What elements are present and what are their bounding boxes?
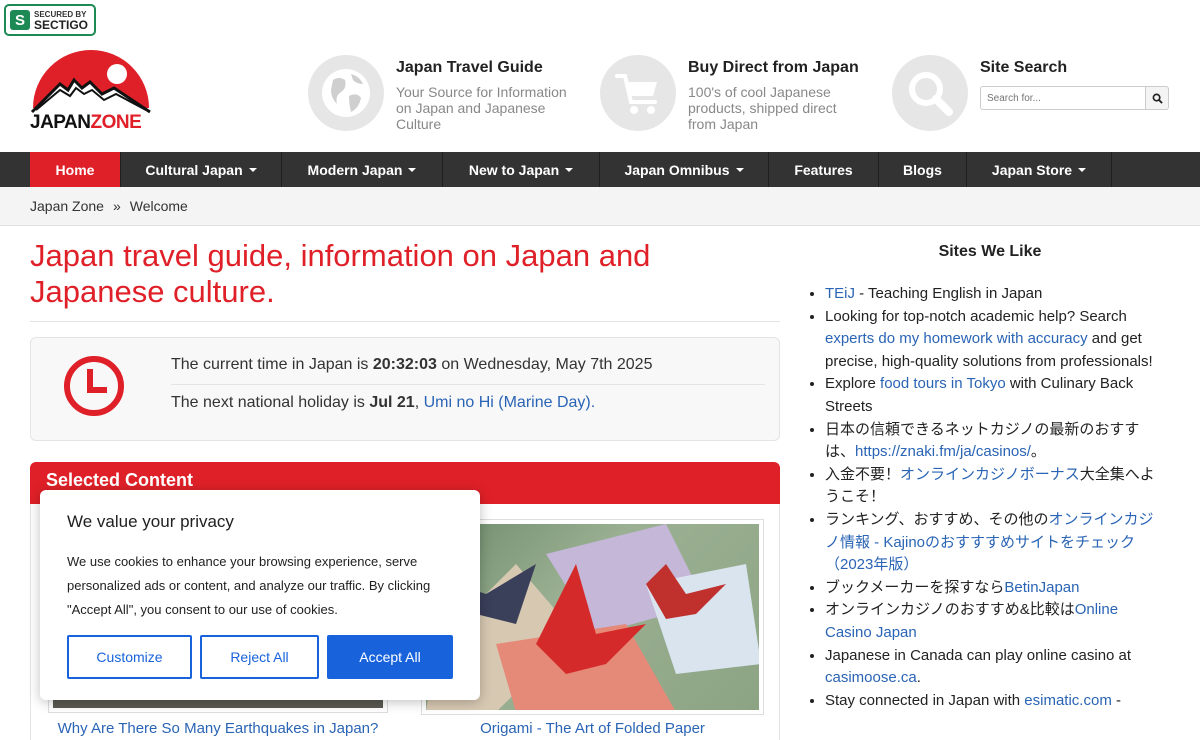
chevron-down-icon (735, 167, 744, 172)
current-time-text: The current time in Japan is 20:32:03 on… (171, 356, 765, 385)
nav-japan-omnibus[interactable]: Japan Omnibus (600, 152, 769, 187)
sectigo-s-icon: S (10, 10, 30, 30)
list-item: ランキング、おすすめ、その他のオンラインカジノ情報 - Kajinoのおすすすめ… (825, 509, 1165, 577)
list-item: ブックメーカーを探すならBetinJapan (825, 577, 1165, 600)
sidebar-link[interactable]: experts do my homework with accuracy (825, 330, 1088, 347)
holiday-date: Jul 21 (369, 394, 415, 411)
nav-blogs[interactable]: Blogs (879, 152, 967, 187)
travel-guide-title[interactable]: Japan Travel Guide (396, 59, 576, 77)
header-buy-direct[interactable]: Buy Direct from Japan 100's of cool Japa… (600, 55, 868, 132)
sidebar-title: Sites We Like (938, 243, 1042, 260)
sidebar-link[interactable]: オンラインカジノボーナス (900, 466, 1080, 483)
title-divider (30, 321, 780, 322)
chevron-down-icon (408, 167, 417, 172)
earthquake-caption-link[interactable]: Why Are There So Many Earthquakes in Jap… (48, 720, 388, 737)
cart-icon (600, 55, 676, 131)
page-title: Japan travel guide, information on Japan… (30, 238, 651, 309)
list-item: TEiJ - Teaching English in Japan (825, 283, 1165, 306)
search-button[interactable] (1146, 86, 1169, 110)
list-item: Explore food tours in Tokyo with Culinar… (825, 373, 1165, 418)
clock-icon (64, 356, 124, 416)
list-item: Stay connected in Japan with esimatic.co… (825, 690, 1165, 713)
site-search-title: Site Search (980, 59, 1068, 76)
nav-features[interactable]: Features (769, 152, 879, 187)
nav-cultural-japan[interactable]: Cultural Japan (121, 152, 282, 187)
globe-icon (308, 55, 384, 131)
header-site-search: Site Search (892, 55, 1180, 131)
nav-modern-japan[interactable]: Modern Japan (282, 152, 443, 187)
header-travel-guide[interactable]: Japan Travel Guide Your Source for Infor… (308, 55, 576, 132)
breadcrumb-root-link[interactable]: Japan Zone (30, 198, 104, 214)
sidebar-link[interactable]: food tours in Tokyo (880, 375, 1006, 392)
nav-japan-store[interactable]: Japan Store (967, 152, 1112, 187)
search-input[interactable] (980, 86, 1146, 110)
sidebar-link[interactable]: https://znaki.fm/ja/casinos/ (855, 443, 1031, 460)
list-item: 入金不要！オンラインカジノボーナス大全集へようこそ！ (825, 464, 1165, 509)
logo-zone-text: ZONE (90, 112, 142, 133)
breadcrumb-current: Welcome (129, 198, 188, 214)
sidebar-link[interactable]: BetinJapan (1004, 579, 1079, 596)
sectigo-badge[interactable]: S SECURED BY SECTIGO (4, 4, 96, 36)
buy-direct-subtitle: 100's of cool Japanese products, shipped… (688, 84, 837, 132)
accept-all-button[interactable]: Accept All (327, 635, 453, 679)
cookie-description: We use cookies to enhance your browsing … (67, 554, 431, 617)
list-item: Looking for top-notch academic help? Sea… (825, 306, 1165, 374)
chevron-down-icon (565, 167, 574, 172)
list-item: Japanese in Canada can play online casin… (825, 645, 1165, 690)
chevron-down-icon (1078, 167, 1087, 172)
magnifier-icon (892, 55, 968, 131)
cookie-title: We value your privacy (67, 512, 234, 531)
list-item: 日本の信頼できるネットカジノの最新のおすすは、https://znaki.fm/… (825, 419, 1165, 464)
reject-all-button[interactable]: Reject All (200, 635, 319, 679)
breadcrumb-separator: » (112, 198, 121, 214)
sidebar-link[interactable]: esimatic.com (1024, 692, 1112, 709)
holiday-link[interactable]: Umi no Hi (Marine Day). (424, 394, 596, 411)
logo-sun (107, 64, 127, 84)
chevron-down-icon (248, 167, 257, 172)
nav-home[interactable]: Home (30, 152, 121, 187)
sidebar-link[interactable]: casimoose.ca (825, 669, 917, 686)
main-navbar: Home Cultural Japan Modern Japan New to … (0, 152, 1200, 187)
list-item: オンラインカジノのおすすめ&比較はOnline Casino Japan (825, 599, 1165, 644)
current-time-value: 20:32:03 (372, 356, 437, 373)
nav-new-to-japan[interactable]: New to Japan (443, 152, 600, 187)
cookie-consent-dialog: We value your privacy We use cookies to … (40, 490, 480, 700)
japan-time-box: The current time in Japan is 20:32:03 on… (30, 337, 780, 441)
travel-guide-subtitle: Your Source for Information on Japan and… (396, 84, 567, 132)
sidebar-link[interactable]: TEiJ (825, 285, 855, 302)
breadcrumb: Japan Zone » Welcome (0, 187, 1200, 226)
next-holiday-text: The next national holiday is Jul 21, Umi… (171, 394, 596, 411)
search-icon (1152, 93, 1163, 104)
logo-japan-text: JAPAN (30, 112, 91, 133)
origami-caption-link[interactable]: Origami - The Art of Folded Paper (421, 720, 764, 737)
sectigo-big-text: SECTIGO (34, 18, 89, 32)
customize-button[interactable]: Customize (67, 635, 192, 679)
buy-direct-title[interactable]: Buy Direct from Japan (688, 59, 868, 77)
sites-we-like-list: TEiJ - Teaching English in Japan Looking… (825, 283, 1165, 712)
logo-wordmark[interactable]: JAPANZONE (30, 112, 142, 134)
